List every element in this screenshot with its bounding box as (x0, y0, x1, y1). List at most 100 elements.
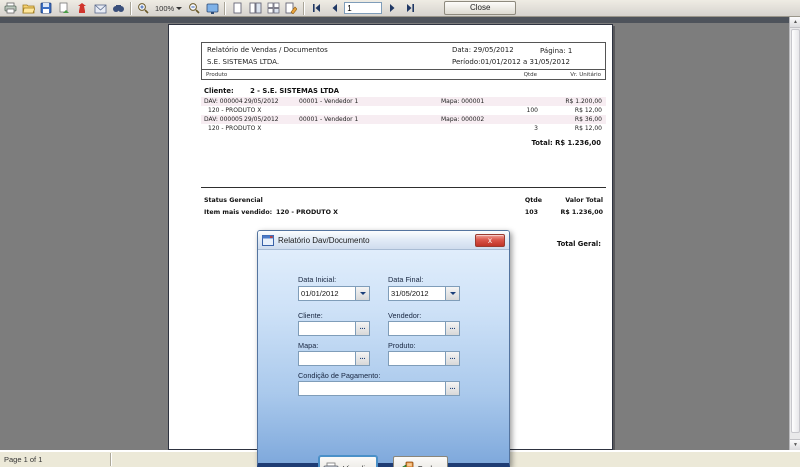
two-page-icon[interactable] (247, 1, 263, 16)
zoom-out-icon[interactable] (186, 1, 202, 16)
mapa-field[interactable]: ... (298, 351, 370, 366)
produto-input[interactable] (389, 352, 445, 365)
printer-icon (323, 462, 339, 467)
row-qtde: 100 (527, 107, 538, 114)
row-valor: R$ 1.200,00 (565, 98, 602, 105)
page-setup-icon[interactable] (283, 1, 299, 16)
report-date: Data: 29/05/2012 (452, 46, 514, 54)
cliente-field[interactable]: ... (298, 321, 370, 336)
first-page-icon[interactable] (308, 1, 324, 16)
condicao-pagamento-field[interactable]: ... (298, 381, 460, 396)
row-date: 29/05/2012 (244, 98, 279, 105)
page-number-input[interactable] (344, 2, 382, 14)
single-page-icon[interactable] (229, 1, 245, 16)
mapa-input[interactable] (299, 352, 355, 365)
report-column-header: Produto Qtde Vr. Unitário (202, 69, 605, 79)
summary-valor-header: Valor Total (565, 197, 603, 204)
table-row: DAV: 000005 29/05/2012 00001 - Vendedor … (201, 115, 606, 124)
fullscreen-icon[interactable] (204, 1, 220, 16)
email-icon[interactable] (92, 1, 108, 16)
chevron-down-icon[interactable] (355, 287, 369, 300)
fechar-button[interactable]: Fechar (393, 456, 448, 467)
column-vr-unitario: Vr. Unitário (570, 72, 601, 78)
vendedor-field[interactable]: ... (388, 321, 460, 336)
zoom-level-value: 100% (155, 4, 174, 13)
multi-page-icon[interactable] (265, 1, 281, 16)
dialog-close-icon[interactable]: x (475, 234, 505, 247)
total-geral-label: Total Geral: (557, 240, 601, 248)
data-final-value[interactable] (389, 287, 445, 300)
chevron-down-icon[interactable] (445, 287, 459, 300)
open-icon[interactable] (20, 1, 36, 16)
scroll-up-icon[interactable]: ▲ (790, 17, 800, 28)
row-valor: R$ 12,00 (575, 107, 602, 114)
condicao-lookup-button[interactable]: ... (445, 382, 459, 395)
vertical-scrollbar[interactable]: ▲ ▼ (789, 17, 800, 450)
produto-field[interactable]: ... (388, 351, 460, 366)
dialog-titlebar[interactable]: Relatório Dav/Documento x (258, 231, 509, 250)
mapa-lookup-button[interactable]: ... (355, 352, 369, 365)
preview-top-shadow (0, 17, 800, 23)
fechar-button-label: Fechar (418, 464, 441, 467)
summary-line: Item mais vendido: 120 - PRODUTO X 103 R… (169, 209, 614, 218)
item-qtde-value: 103 (525, 209, 538, 216)
scroll-down-icon[interactable]: ▼ (790, 439, 800, 450)
item-mais-vendido-value: 120 - PRODUTO X (276, 209, 338, 216)
previous-page-icon[interactable] (326, 1, 342, 16)
report-period: Período:01/01/2012 a 31/05/2012 (452, 58, 570, 66)
cliente-input[interactable] (299, 322, 355, 335)
condicao-pagamento-input[interactable] (299, 382, 445, 395)
export-icon[interactable] (56, 1, 72, 16)
report-company: S.E. SISTEMAS LTDA. (207, 58, 279, 66)
visualiza-button-label: Visualiza (343, 464, 373, 467)
row-qtde: 3 (534, 125, 538, 132)
column-qtde: Qtde (524, 72, 537, 78)
toolbar-separator (130, 2, 131, 15)
scrollbar-thumb[interactable] (791, 29, 800, 433)
next-page-icon[interactable] (384, 1, 400, 16)
vendedor-label: Vendedor: (388, 311, 421, 320)
dialog-icon (262, 235, 274, 246)
column-produto: Produto (206, 72, 227, 78)
total-line: Total: R$ 1.236,00 (531, 139, 601, 147)
vendedor-lookup-button[interactable]: ... (445, 322, 459, 335)
table-row: 120 - PRODUTO X 100 R$ 12,00 (201, 106, 606, 115)
condicao-pagamento-label: Condição de Pagamento: (298, 371, 380, 380)
print-icon[interactable] (2, 1, 18, 16)
cliente-line: Cliente: 2 - S.E. SISTEMAS LTDA (204, 87, 339, 95)
row-dav: DAV: 000005 (204, 116, 243, 123)
row-dav: DAV: 000004 (204, 98, 243, 105)
exit-door-icon (400, 461, 414, 467)
table-row: 120 - PRODUTO X 3 R$ 12,00 (201, 124, 606, 133)
toolbar-separator (303, 2, 304, 15)
cliente-label: Cliente: (298, 311, 323, 320)
zoom-in-icon[interactable] (135, 1, 151, 16)
summary-header: Status Gerencial Qtde Valor Total (169, 197, 614, 206)
zoom-level-dropdown[interactable]: 100% (153, 1, 184, 15)
summary-qtde-header: Qtde (525, 197, 542, 204)
chevron-down-icon (176, 7, 182, 10)
last-page-icon[interactable] (402, 1, 418, 16)
produto-lookup-button[interactable]: ... (445, 352, 459, 365)
close-preview-button[interactable]: Close (444, 1, 516, 15)
data-final-combo[interactable] (388, 286, 460, 301)
find-icon[interactable] (110, 1, 126, 16)
row-vendedor: 00001 - Vendedor 1 (299, 98, 358, 105)
dialog-title: Relatório Dav/Documento (278, 236, 475, 245)
data-inicial-label: Data Inicial: (298, 275, 336, 284)
table-row: DAV: 000004 29/05/2012 00001 - Vendedor … (201, 97, 606, 106)
relatorio-dav-dialog: Relatório Dav/Documento x Data Inicial: … (257, 230, 510, 467)
row-vendedor: 00001 - Vendedor 1 (299, 116, 358, 123)
data-inicial-combo[interactable] (298, 286, 370, 301)
cliente-lookup-button[interactable]: ... (355, 322, 369, 335)
save-icon[interactable] (38, 1, 54, 16)
statusbar-divider (110, 453, 111, 466)
status-page-info: Page 1 of 1 (0, 455, 110, 464)
item-valor-value: R$ 1.236,00 (561, 209, 604, 216)
dialog-body: Data Inicial: Data Final: Cliente: ... V… (258, 250, 509, 463)
vendedor-input[interactable] (389, 322, 445, 335)
data-inicial-value[interactable] (299, 287, 355, 300)
visualiza-button[interactable]: Visualiza (319, 456, 377, 467)
pdf-icon[interactable] (74, 1, 90, 16)
cliente-label: Cliente: (204, 87, 234, 95)
